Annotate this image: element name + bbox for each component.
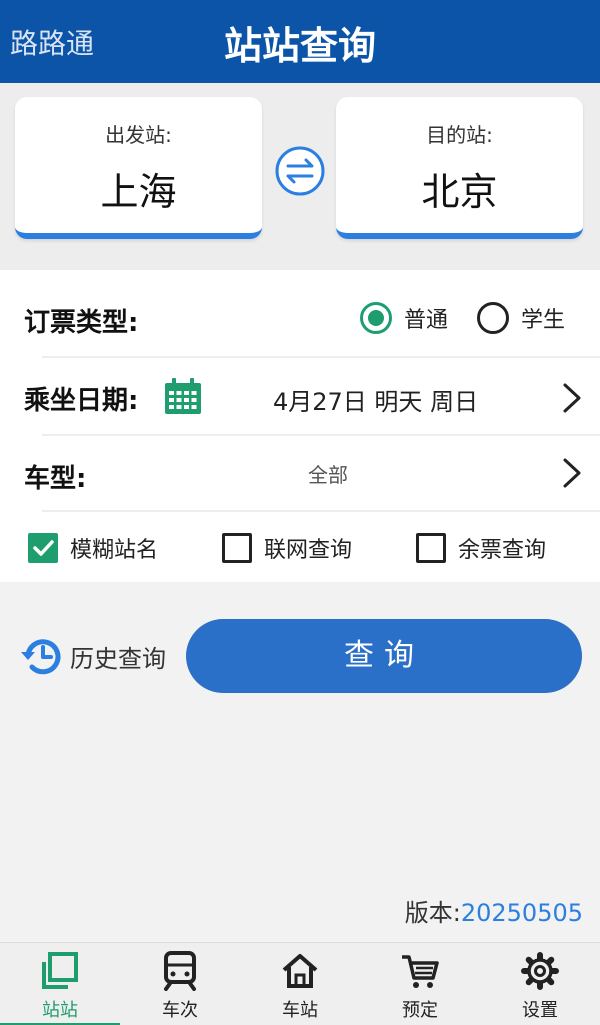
history-query-label: 历史查询: [70, 644, 166, 673]
checkbox-label: 模糊站名: [70, 538, 159, 563]
ticket-type-label: 订票类型:: [24, 308, 139, 338]
version-number: 20250505: [460, 899, 583, 927]
date-label: 乘坐日期:: [24, 386, 139, 416]
stations-icon: [42, 952, 78, 989]
tab-settings[interactable]: 设置: [480, 943, 600, 1025]
checkbox-remaining-tickets[interactable]: 余票查询: [416, 532, 546, 564]
tab-booking[interactable]: 预定: [360, 943, 480, 1025]
departure-label: 出发站:: [105, 123, 172, 147]
checkbox-label: 联网查询: [264, 538, 353, 563]
version-info: 版本:20250505: [405, 893, 583, 928]
check-icon: [33, 540, 54, 556]
radio-student[interactable]: 学生: [477, 302, 565, 334]
cart-icon: [402, 955, 439, 988]
tab-stations[interactable]: 站站: [0, 943, 120, 1025]
gear-icon: [521, 952, 559, 990]
divider: [42, 510, 600, 512]
arrival-station[interactable]: 北京: [336, 161, 583, 216]
train-type-value[interactable]: 全部: [308, 459, 348, 488]
divider: [42, 356, 600, 358]
history-icon: [21, 639, 61, 675]
radio-normal[interactable]: 普通: [360, 302, 448, 334]
tab-station[interactable]: 车站: [240, 943, 360, 1025]
query-button[interactable]: 查询: [186, 619, 582, 693]
bottom-tab-bar: 站站 车次 车站 预定 设置: [0, 942, 600, 1025]
tab-label: 预定: [402, 1000, 438, 1021]
version-label: 版本:: [404, 899, 461, 927]
tab-label: 车站: [282, 1000, 318, 1021]
tab-label: 设置: [522, 1000, 558, 1021]
query-form: 订票类型: 普通 学生 乘坐日期: 4月27日 明天 周日 车型: 全部 模糊站…: [0, 270, 600, 582]
train-icon: [164, 951, 196, 991]
tab-label: 站站: [42, 1000, 78, 1021]
calendar-icon[interactable]: [163, 376, 203, 416]
station-panel: 出发站: 上海 目的站: 北京: [0, 83, 600, 270]
departure-station[interactable]: 上海: [15, 161, 262, 216]
train-type-label: 车型:: [24, 464, 87, 494]
tab-label: 车次: [162, 1000, 198, 1021]
checkbox-label: 余票查询: [458, 538, 547, 563]
departure-station-card[interactable]: 出发站: 上海: [15, 97, 262, 239]
arrival-station-card[interactable]: 目的站: 北京: [336, 97, 583, 239]
radio-student-indicator: [477, 302, 509, 334]
radio-normal-label: 普通: [404, 308, 449, 333]
chevron-right-icon[interactable]: [560, 380, 584, 416]
radio-normal-indicator: [360, 302, 392, 334]
home-icon: [282, 954, 318, 988]
checkbox-checked: [28, 533, 58, 563]
history-query-button[interactable]: 历史查询: [18, 632, 166, 680]
radio-student-label: 学生: [521, 308, 566, 333]
header-bar: 路路通 站站查询: [0, 0, 600, 83]
travel-date[interactable]: 4月27日 明天 周日: [273, 382, 478, 417]
checkbox-unchecked: [416, 533, 446, 563]
page-title: 站站查询: [223, 24, 376, 68]
tab-train-number[interactable]: 车次: [120, 943, 240, 1025]
checkbox-online-query[interactable]: 联网查询: [222, 532, 352, 564]
checkbox-unchecked: [222, 533, 252, 563]
checkbox-fuzzy-station[interactable]: 模糊站名: [28, 532, 158, 564]
divider: [42, 434, 600, 436]
chevron-right-icon[interactable]: [560, 455, 584, 491]
swap-stations-button[interactable]: [274, 145, 326, 197]
arrival-label: 目的站:: [426, 123, 493, 147]
swap-icon: [275, 146, 325, 196]
